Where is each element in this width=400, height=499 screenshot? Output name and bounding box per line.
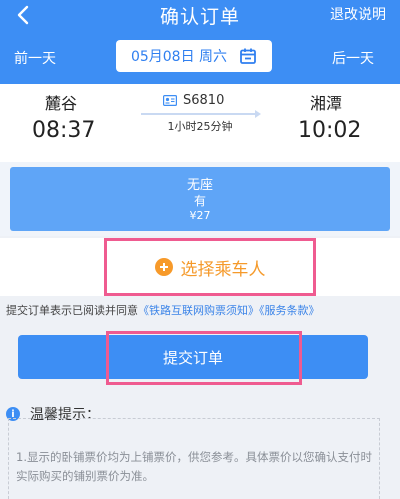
agreement-notice: 提交订单表示已阅读并同意《铁路互联网购票须知》《服务条款》 (6, 302, 320, 318)
header: 确认订单 退改说明 前一天 05月08日 周六 后一天 (0, 0, 400, 84)
passenger-section: 选择乘车人 (0, 238, 400, 296)
calendar-icon (239, 47, 257, 65)
add-circle-icon (154, 258, 173, 276)
train-number: S6810 (163, 93, 224, 108)
submit-highlight-box (106, 331, 302, 385)
route-arrow (141, 110, 261, 118)
seat-availability: 有 (193, 194, 206, 208)
tips-text: 1.显示的卧铺票价均为上铺票价，供您参考。具体票价以您确认支付时实际购买的铺别票… (16, 450, 372, 483)
train-info-card: 麓谷 08:37 S6810 1小时25分钟 湘潭 10:02 (0, 84, 400, 162)
seat-option-card[interactable]: 无座 有 ¥27 (10, 167, 390, 231)
departure-station: 麓谷 (45, 94, 78, 113)
ticket-notice-link[interactable]: 《铁路互联网购票须知》 (138, 304, 259, 317)
seat-type: 无座 (186, 178, 213, 193)
seat-price: ¥27 (189, 209, 211, 222)
terms-link[interactable]: 《服务条款》 (259, 304, 320, 317)
agreement-prefix: 提交订单表示已阅读并同意 (6, 304, 138, 317)
train-number-label: S6810 (183, 93, 225, 108)
arrival-time: 10:02 (298, 118, 362, 143)
select-passenger-label: 选择乘车人 (180, 259, 266, 280)
arrival-station: 湘潭 (310, 94, 343, 113)
refund-policy-link[interactable]: 退改说明 (330, 4, 386, 24)
date-picker[interactable]: 05月08日 周六 (116, 40, 272, 72)
selected-date: 05月08日 周六 (130, 49, 228, 65)
prev-day-button[interactable]: 前一天 (14, 48, 56, 68)
select-passenger-button[interactable]: 选择乘车人 (104, 238, 316, 296)
train-id-icon (163, 95, 177, 106)
nav-bar: 确认订单 退改说明 (0, 0, 400, 30)
next-day-button[interactable]: 后一天 (332, 48, 374, 68)
